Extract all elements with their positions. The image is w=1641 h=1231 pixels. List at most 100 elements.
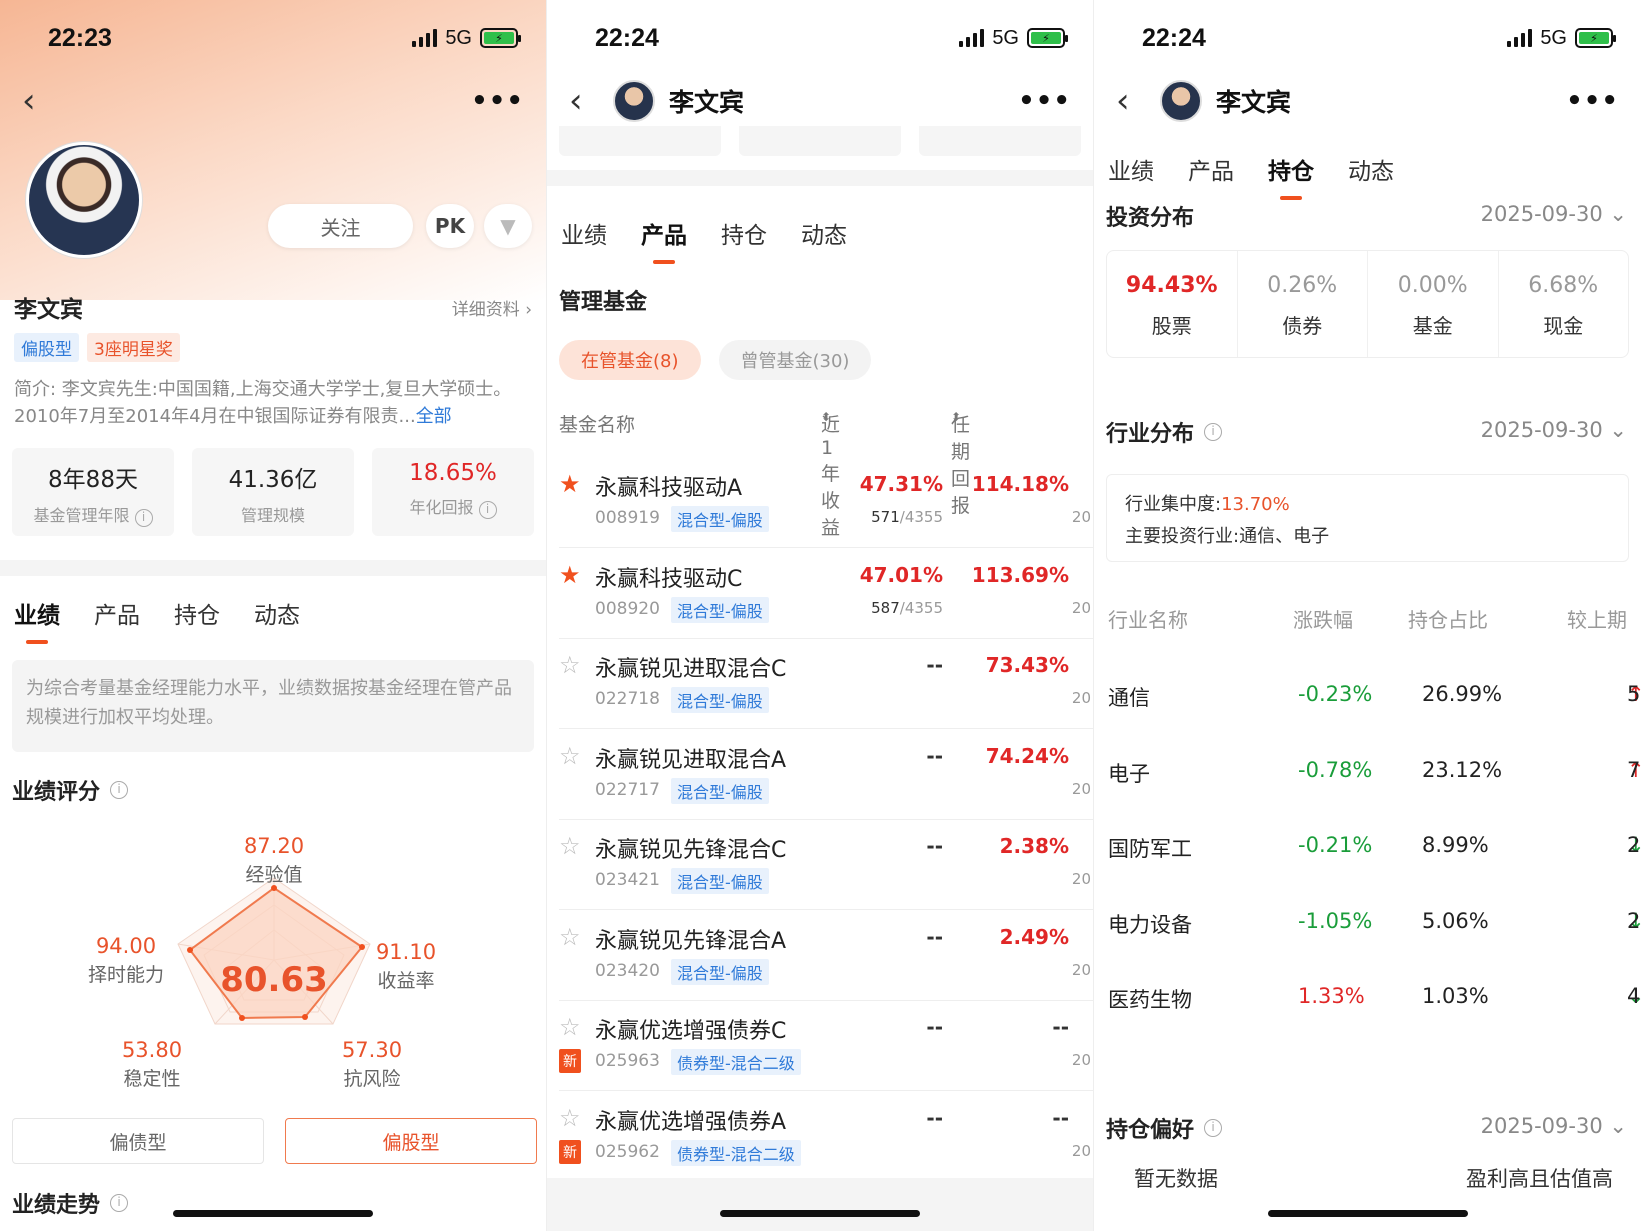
new-badge: 新 (559, 1049, 581, 1073)
panel-products: 22:24 5G ⚡ ‹ 李文宾 ••• 业绩 产品 持仓 动态 管理基金 在管… (547, 0, 1094, 1231)
pref-date-select[interactable]: 2025-09-30 ⌄ (1481, 1114, 1627, 1138)
radar-label-experience: 87.20 经验值 (243, 834, 305, 886)
industry-weight: 8.99% (1422, 833, 1489, 857)
star-filled-icon[interactable]: ★ (559, 561, 581, 589)
manager-name: 李文宾 (669, 88, 745, 117)
battery-icon: ⚡ (1575, 28, 1616, 48)
more-icon[interactable]: ••• (1018, 86, 1071, 116)
industry-date-select[interactable]: 2025-09-30 ⌄ (1481, 418, 1627, 442)
star-outline-icon[interactable]: ☆ (559, 742, 581, 770)
fund-type-tag: 债券型-混合二级 (671, 1049, 801, 1075)
tab-products[interactable]: 产品 (1188, 152, 1234, 186)
fund-type-tag: 混合型-偏股 (671, 958, 769, 985)
col-fund-name: 基金名称 (559, 414, 636, 436)
start-date: 20 (1071, 960, 1091, 979)
fund-row[interactable]: ☆ 永赢优选增强债券C 新 025963 债券型-混合二级 -- -- 20 (559, 1001, 1093, 1091)
industry-row[interactable]: 国防军工-0.21%8.99%↓ 22.94% (1108, 833, 1641, 873)
industry-weight: 26.99% (1422, 682, 1503, 706)
industry-table-header: 行业名称 涨跌幅 持仓占比 较上期 (1108, 608, 1627, 632)
fund-row[interactable]: ★ 永赢科技驱动C 008920 混合型-偏股 47.01% 587/4355 113.69… (559, 549, 1093, 639)
star-outline-icon[interactable]: ☆ (559, 923, 581, 951)
industry-change: 1.33% (1298, 984, 1365, 1008)
network-label: 5G (992, 26, 1019, 49)
start-date: 20 (1071, 508, 1091, 526)
tab-news[interactable]: 动态 (1348, 152, 1394, 186)
fund-row[interactable]: ★ 永赢科技驱动A 008919 混合型-偏股 47.31% 571/4355 114.18… (559, 458, 1093, 548)
manager-name: 李文宾 (1216, 88, 1292, 117)
star-outline-icon[interactable]: ☆ (559, 1104, 581, 1132)
fund-type-tag: 混合型-偏股 (671, 687, 769, 713)
tenure-return: 2.38% (999, 834, 1069, 858)
home-indicator (720, 1210, 920, 1217)
fund-name: 永赢优选增强债券A (595, 1109, 787, 1135)
star-filled-icon[interactable]: ★ (559, 470, 581, 498)
tab-performance[interactable]: 业绩 (561, 216, 607, 250)
nav-bar: ‹ 李文宾 ••• (547, 76, 1093, 126)
return-1y: 47.31% (859, 472, 943, 496)
info-icon[interactable]: i (1204, 423, 1223, 441)
panel-overview: 22:23 5G ⚡ ‹ ••• 关注 PK ▼ 李文宾 详细资料 › 偏股型 … (0, 0, 547, 1231)
info-icon[interactable]: i (110, 1194, 129, 1212)
fund-name: 永赢科技驱动C (595, 566, 743, 592)
fund-name: 永赢锐见进取混合A (595, 747, 787, 773)
tab-holdings[interactable]: 持仓 (721, 216, 767, 250)
tab-products[interactable]: 产品 (641, 216, 687, 264)
start-date: 20 (1071, 870, 1091, 888)
style-option-equity[interactable]: 偏股型 (285, 1118, 537, 1164)
alloc-date-select[interactable]: 2025-09-30 ⌄ (1481, 202, 1627, 226)
fund-code: 022717 (595, 779, 660, 800)
chevron-down-icon: ⌄ (1609, 418, 1627, 442)
fund-row[interactable]: ☆ 永赢锐见先锋混合C 023421 混合型-偏股 -- 2.38% 20 (559, 820, 1093, 910)
industry-row[interactable]: 通信-0.23%26.99%↑ 5.59% (1108, 682, 1641, 722)
industry-row[interactable]: 电力设备-1.05%5.06%↓ 2.46% (1108, 909, 1641, 949)
signal-icon (959, 29, 985, 47)
total-score: 80.63 (220, 960, 328, 1000)
sort-icon: ⬍ (951, 410, 962, 424)
filter-past-funds[interactable]: 曾管基金(30) (718, 340, 872, 380)
fund-name: 永赢科技驱动A (595, 476, 743, 501)
fund-row[interactable]: ☆ 永赢锐见先锋混合A 023420 混合型-偏股 -- 2.49% 20 (559, 911, 1093, 1001)
star-outline-icon[interactable]: ☆ (559, 651, 581, 679)
home-indicator (1267, 1210, 1468, 1217)
tenure-return: 113.69% (971, 562, 1069, 587)
fund-name: 永赢锐见进取混合C (595, 657, 787, 682)
network-label: 5G (1540, 26, 1567, 49)
sort-icon: ⬍ (821, 410, 832, 424)
fund-name: 永赢锐见先锋混合C (595, 838, 787, 863)
chevron-down-icon: ⌄ (1609, 1114, 1627, 1138)
status-time: 22:24 (595, 23, 659, 52)
filter-current-funds[interactable]: 在管基金(8) (559, 340, 701, 380)
status-bar: 22:24 5G ⚡ (547, 20, 1093, 56)
divider (547, 170, 1093, 186)
info-icon[interactable]: i (1204, 1119, 1223, 1137)
fund-code: 008919 (595, 508, 660, 528)
tab-holdings[interactable]: 持仓 (1268, 152, 1314, 200)
more-icon[interactable]: ••• (1566, 86, 1619, 116)
tab-performance[interactable]: 业绩 (1108, 152, 1154, 186)
industry-name: 电子 (1108, 761, 1150, 786)
battery-icon: ⚡ (1027, 28, 1068, 48)
avatar[interactable] (1160, 80, 1202, 122)
section-title: 管理基金 (559, 290, 648, 315)
fund-name: 永赢优选增强债券C (595, 1019, 787, 1044)
fund-row[interactable]: ☆ 永赢锐见进取混合C 022718 混合型-偏股 -- 73.43% 20 (559, 639, 1093, 729)
fund-row[interactable]: ☆ 永赢优选增强债券A 新 025962 债券型-混合二级 -- -- 20 (559, 1092, 1093, 1182)
avatar[interactable] (613, 80, 655, 122)
tenure-return: -- (1052, 1015, 1069, 1039)
tab-bar: 业绩 产品 持仓 动态 (561, 216, 847, 264)
tab-news[interactable]: 动态 (801, 216, 847, 250)
back-icon[interactable]: ‹ (1116, 81, 1146, 121)
pref-title: 持仓偏好 i (1106, 1112, 1223, 1144)
fund-row[interactable]: ☆ 永赢锐见进取混合A 022717 混合型-偏股 -- 74.24% 20 (559, 730, 1093, 820)
tenure-return: 74.24% (985, 743, 1069, 768)
star-outline-icon[interactable]: ☆ (559, 832, 581, 860)
star-outline-icon[interactable]: ☆ (559, 1013, 581, 1041)
industry-row[interactable]: 医药生物1.33%1.03%↓ 4.57% (1108, 984, 1641, 1024)
start-date: 20 (1071, 689, 1091, 707)
back-icon[interactable]: ‹ (569, 81, 599, 121)
style-option-bond[interactable]: 偏债型 (12, 1118, 264, 1164)
alloc-stock: 94.43% 股票 (1107, 251, 1238, 357)
industry-row[interactable]: 电子-0.78%23.12%↑ 7.50% (1108, 758, 1641, 798)
start-date: 20 (1071, 598, 1091, 617)
industry-concentration: 行业集中度:13.70% 主要投资行业:通信、电子 (1106, 474, 1629, 562)
